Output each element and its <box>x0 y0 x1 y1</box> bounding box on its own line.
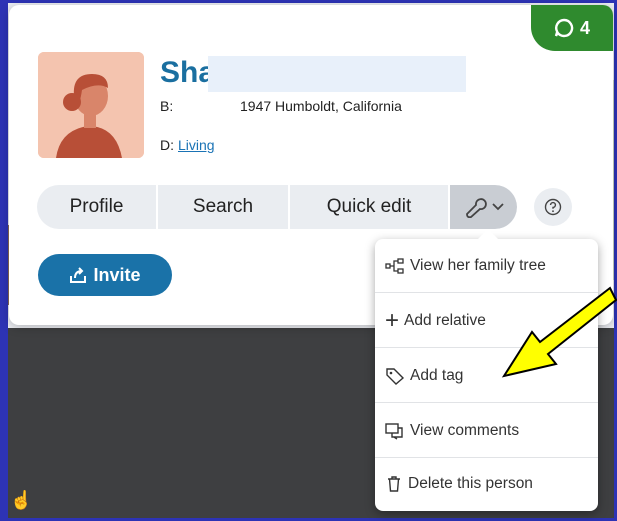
help-icon <box>544 198 562 216</box>
share-icon <box>70 267 87 283</box>
wrench-icon <box>465 198 487 218</box>
birth-details: 1947 Humboldt, California <box>240 98 402 114</box>
search-button[interactable]: Search <box>158 185 290 229</box>
menu-item-delete-person[interactable]: Delete this person <box>375 457 598 511</box>
invite-button[interactable]: Invite <box>38 254 172 296</box>
name-redaction <box>208 56 466 92</box>
chevron-down-icon <box>491 203 504 211</box>
female-avatar-icon <box>38 52 144 158</box>
hand-cursor-icon: ☝ <box>10 490 33 510</box>
death-label: D: <box>160 137 174 153</box>
tools-menu-button[interactable] <box>450 185 517 229</box>
trash-icon <box>388 476 400 492</box>
quick-edit-button[interactable]: Quick edit <box>290 185 450 229</box>
pointer-arrow-annotation <box>501 286 617 378</box>
tag-icon <box>386 367 405 385</box>
comments-count: 4 <box>579 17 590 38</box>
tree-icon <box>385 257 404 274</box>
death-status-link[interactable]: Living <box>178 137 215 153</box>
comment-icon <box>554 18 574 38</box>
dropdown-caret <box>478 229 498 239</box>
menu-item-view-comments[interactable]: View comments <box>375 404 598 458</box>
plus-icon: + <box>385 306 400 334</box>
menu-item-label: View comments <box>410 421 520 439</box>
person-name[interactable]: Sha <box>160 56 215 90</box>
birth-label: B: <box>160 98 174 114</box>
help-button[interactable] <box>534 188 572 226</box>
profile-button[interactable]: Profile <box>37 185 158 229</box>
menu-item-label: View her family tree <box>410 256 546 274</box>
menu-item-label: Add relative <box>404 311 486 329</box>
menu-item-label: Delete this person <box>408 475 533 492</box>
person-actions-bar: Profile Search Quick edit <box>37 185 517 229</box>
menu-item-label: Add tag <box>410 366 464 384</box>
comments-badge[interactable]: 4 <box>531 5 613 51</box>
avatar[interactable] <box>38 52 144 158</box>
comments-icon <box>385 422 403 440</box>
invite-label: Invite <box>93 264 141 285</box>
